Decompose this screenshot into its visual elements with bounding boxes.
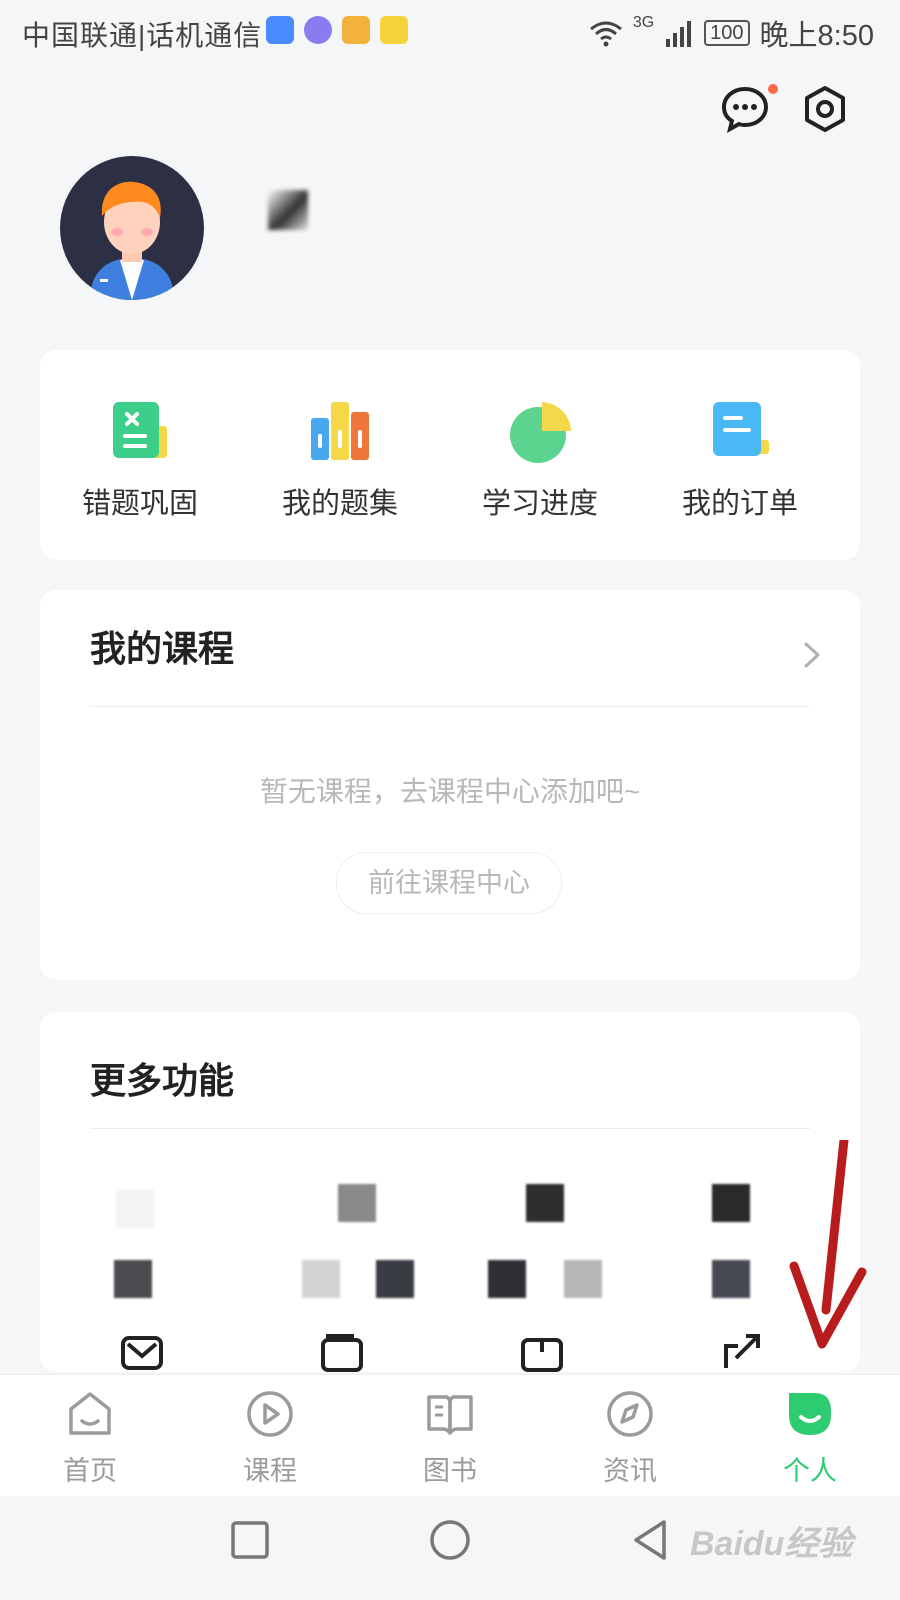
annotation-arrow	[789, 1140, 867, 1349]
question-sets-icon	[311, 402, 369, 460]
function-item-icon[interactable]	[488, 1260, 526, 1298]
network-type: 3G	[632, 14, 655, 31]
share-icon[interactable]	[720, 1332, 764, 1372]
username-blurred	[268, 190, 308, 230]
divider	[90, 706, 810, 707]
function-item-icon[interactable]	[712, 1184, 750, 1222]
orders-icon	[713, 402, 769, 456]
tab-home[interactable]: 首页	[30, 1389, 150, 1488]
tab-label: 资讯	[603, 1456, 657, 1486]
compass-icon	[607, 1391, 653, 1437]
quick-action-question-sets[interactable]: 我的题集	[260, 400, 420, 522]
home-icon	[69, 1392, 111, 1435]
function-item-icon[interactable]	[376, 1260, 414, 1298]
notification-icon-3	[342, 16, 370, 44]
tab-books[interactable]: 图书	[390, 1389, 510, 1488]
tab-label: 个人	[783, 1456, 837, 1486]
more-functions-title: 更多功能	[90, 1060, 235, 1101]
quick-action-label: 我的订单	[681, 488, 798, 520]
function-item-icon[interactable]	[712, 1260, 750, 1298]
tab-label: 课程	[243, 1456, 297, 1486]
tab-label: 首页	[63, 1456, 117, 1486]
function-item-icon[interactable]	[116, 1190, 154, 1228]
chevron-right-icon[interactable]	[800, 640, 824, 670]
function-item-icon[interactable]	[338, 1184, 376, 1222]
quick-action-label: 学习进度	[481, 488, 598, 520]
quick-action-label: 我的题集	[281, 488, 398, 520]
tab-news[interactable]: 资讯	[570, 1389, 690, 1488]
quick-action-wrong-questions[interactable]: 错题巩固	[60, 400, 220, 522]
divider	[90, 1128, 810, 1129]
quick-action-study-progress[interactable]: 学习进度	[460, 400, 620, 522]
wallet-icon[interactable]	[320, 1332, 364, 1372]
avatar-illustration	[90, 181, 174, 300]
watermark: Baidu经验	[690, 1525, 853, 1563]
home-circle-icon[interactable]	[428, 1518, 472, 1562]
ticket-icon[interactable]	[520, 1332, 564, 1372]
quick-action-orders[interactable]: 我的订单	[660, 400, 820, 522]
wifi-icon	[589, 21, 622, 47]
more-functions-card: 更多功能	[40, 1012, 860, 1372]
notification-icon-1	[266, 16, 294, 44]
go-to-course-center-button[interactable]: 前往课程中心	[336, 852, 562, 914]
tab-profile[interactable]: 个人	[750, 1389, 870, 1488]
wrong-questions-icon	[113, 402, 167, 458]
status-right: 3G 100 晚上8:50	[589, 12, 874, 54]
signal-icon	[666, 21, 692, 47]
profile-icon	[789, 1393, 831, 1435]
quick-actions-card: 错题巩固 我的题集 学习进度 我的订单	[40, 350, 860, 560]
play-circle-icon	[247, 1391, 293, 1437]
quick-action-label: 错题巩固	[81, 488, 198, 520]
mail-icon[interactable]	[120, 1332, 164, 1372]
message-icon[interactable]	[720, 84, 770, 134]
settings-icon[interactable]	[800, 84, 850, 134]
back-triangle-icon[interactable]	[628, 1518, 672, 1562]
tab-courses[interactable]: 课程	[210, 1389, 330, 1488]
function-item-icon[interactable]	[302, 1260, 340, 1298]
my-courses-card: 我的课程 暂无课程，去课程中心添加吧~ 前往课程中心	[40, 590, 860, 980]
notification-icon-4	[380, 16, 408, 44]
avatar[interactable]	[60, 156, 204, 300]
carrier-label: 中国联通|话机通信	[22, 20, 263, 51]
recents-icon[interactable]	[228, 1518, 272, 1562]
my-courses-title[interactable]: 我的课程	[90, 620, 234, 672]
function-item-icon[interactable]	[114, 1260, 152, 1298]
status-bar: 中国联通|话机通信 3G 100 晚上8:50	[0, 0, 900, 62]
tab-label: 图书	[423, 1456, 477, 1486]
book-icon	[427, 1395, 473, 1435]
clock: 晚上8:50	[759, 20, 874, 52]
notification-icon-2	[304, 16, 332, 44]
battery-indicator: 100	[704, 20, 750, 46]
study-progress-icon	[510, 402, 571, 463]
function-item-icon[interactable]	[526, 1184, 564, 1222]
message-badge-dot	[768, 84, 778, 94]
empty-courses-message: 暂无课程，去课程中心添加吧~	[259, 776, 641, 807]
function-item-icon[interactable]	[564, 1260, 602, 1298]
bottom-tab-bar: 首页 课程 图书 资讯 个人	[0, 1374, 900, 1497]
